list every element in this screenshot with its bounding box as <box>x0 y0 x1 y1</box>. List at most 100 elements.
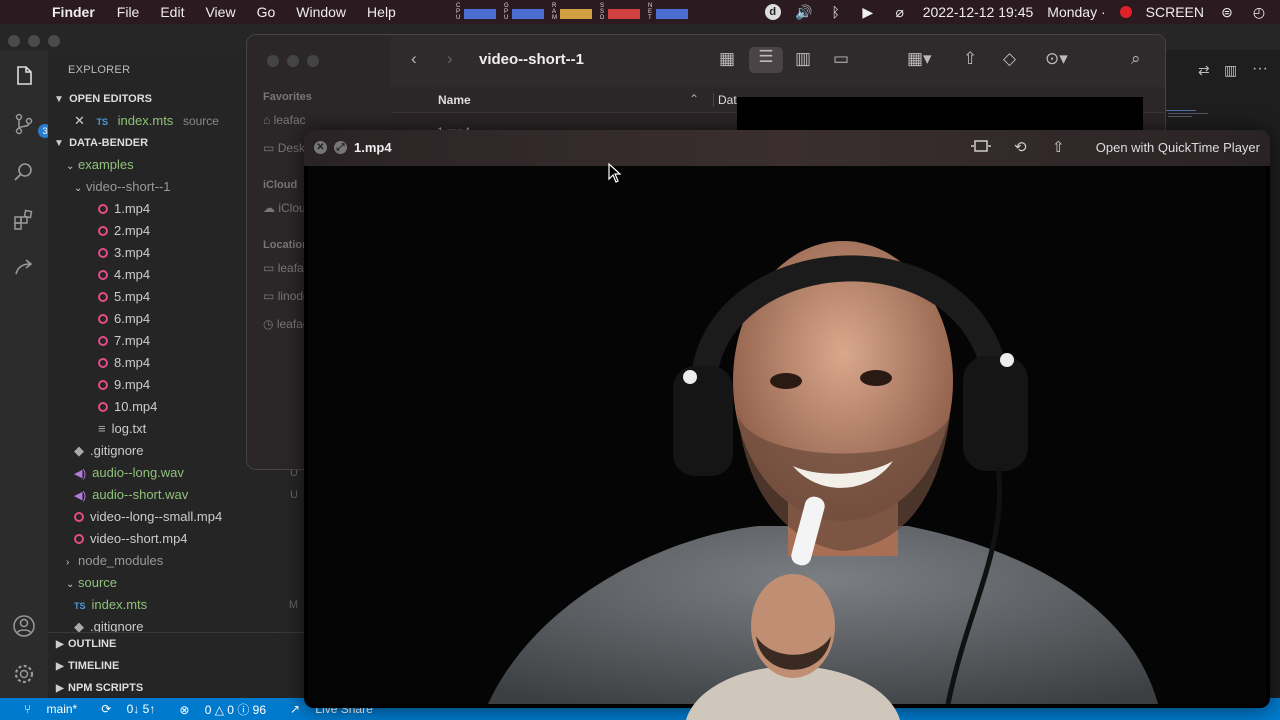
time-machine-icon[interactable]: ◴ <box>1250 4 1268 21</box>
project-label: DATA-BENDER <box>69 137 149 149</box>
group-icon[interactable]: ▦▾ <box>907 49 932 69</box>
open-changes-icon[interactable]: ⇄ <box>1198 62 1210 79</box>
tree-item-label: audio--short.wav <box>92 487 189 502</box>
outline-panel[interactable]: ▶ OUTLINE <box>48 633 304 655</box>
bluetooth-icon[interactable]: ᛒ <box>827 4 845 20</box>
video-file-icon <box>98 226 108 236</box>
play-icon[interactable]: ▶ <box>859 4 877 21</box>
npm-scripts-panel[interactable]: ▶ NPM SCRIPTS <box>48 677 304 699</box>
sidebar-item-location[interactable]: ▭ linode <box>263 289 310 303</box>
meter-graph <box>656 9 688 19</box>
source-control-icon[interactable]: 3 <box>12 112 52 138</box>
audio-file-icon: ◀) <box>74 490 87 502</box>
menu-help[interactable]: Help <box>367 4 396 20</box>
finder-close-button[interactable] <box>267 55 279 67</box>
column-date[interactable]: Dat <box>713 93 737 107</box>
tree-item[interactable]: › node_modules <box>48 550 304 572</box>
trim-icon[interactable] <box>970 138 992 158</box>
tree-item-label: video--long--small.mp4 <box>90 509 223 524</box>
menu-go[interactable]: Go <box>257 4 276 20</box>
sidebar-item-home[interactable]: ⌂ leafac <box>263 113 306 127</box>
menu-finder[interactable]: Finder <box>52 4 95 20</box>
fullscreen-icon[interactable]: ⤢ <box>334 141 347 154</box>
desktop-icon: ▭ <box>263 141 275 155</box>
timeline-panel[interactable]: ▶ TIMELINE <box>48 655 304 677</box>
icloud-heading: iCloud <box>263 179 298 191</box>
finder-minimize-button[interactable] <box>287 55 299 67</box>
settings-gear-icon[interactable] <box>12 662 36 686</box>
extensions-icon[interactable] <box>12 208 36 232</box>
meter-cpu[interactable]: CPU <box>456 3 496 21</box>
clock-icon: ◷ <box>263 317 274 331</box>
settings-file-icon: ◆ <box>74 443 84 458</box>
menubar-tray: d 🔊 ᛒ ▶ ⌀ 2022-12-12 19:45 Monday · SCRE… <box>764 0 1268 24</box>
more-actions-icon[interactable]: ··· <box>1252 60 1268 78</box>
sidebar-item-location[interactable]: ▭ leafac <box>263 261 310 275</box>
tree-item[interactable]: TS index.mts M <box>48 594 304 616</box>
sidebar-item-location[interactable]: ◷ leafac <box>263 317 309 331</box>
minimap[interactable] <box>1166 108 1216 120</box>
gallery-view-icon[interactable]: ▭ <box>833 49 849 69</box>
macos-menubar: Finder File Edit View Go Window Help CPU… <box>0 0 1280 24</box>
headphone-dot-right <box>1000 353 1014 367</box>
tree-item[interactable]: video--long--small.mp4 <box>48 506 304 528</box>
menu-window[interactable]: Window <box>296 4 346 20</box>
record-icon[interactable] <box>1119 6 1132 18</box>
meter-net[interactable]: NET <box>648 3 688 21</box>
tree-item[interactable]: ⌄ source <box>48 572 304 594</box>
chevron-down-icon: ⌄ <box>66 161 75 172</box>
screen-label[interactable]: SCREEN <box>1146 4 1204 20</box>
problems-counts: 0 △ 0 ⓘ 96 <box>204 702 266 717</box>
tree-item[interactable]: ◀) audio--short.wav U <box>48 484 304 506</box>
branch-status[interactable]: ⑂ main* <box>12 702 77 716</box>
headphone-cup-right <box>963 356 1028 471</box>
explorer-title: EXPLORER <box>68 64 131 76</box>
split-editor-icon[interactable]: ▥ <box>1224 62 1237 79</box>
open-with-quicktime-button[interactable]: Open with QuickTime Player <box>1096 140 1260 155</box>
search-icon[interactable] <box>12 160 36 184</box>
accounts-icon[interactable] <box>12 614 36 638</box>
window-minimize-button[interactable] <box>28 35 40 47</box>
column-name[interactable]: Name <box>438 93 471 107</box>
tag-icon[interactable]: ◇ <box>1003 49 1016 69</box>
quicklook-titlebar: ✕ ⤢ 1.mp4 ⟲ ⇧ Open with QuickTime Player <box>304 130 1270 166</box>
menu-edit[interactable]: Edit <box>160 4 184 20</box>
git-branch-icon: ⑂ <box>24 702 32 716</box>
tree-item-label: 5.mp4 <box>114 289 151 304</box>
forward-chevron-icon[interactable]: › <box>447 49 453 69</box>
close-icon[interactable]: ✕ <box>314 141 327 154</box>
finder-zoom-button[interactable] <box>307 55 319 67</box>
share-icon[interactable]: ⇧ <box>963 49 977 69</box>
column-view-icon[interactable]: ▥ <box>795 49 811 69</box>
more-icon[interactable]: ⊙▾ <box>1045 49 1068 69</box>
app-avatar-icon[interactable]: d <box>764 4 781 20</box>
meter-gpu[interactable]: GPU <box>504 3 544 21</box>
meter-ram[interactable]: RAM <box>552 3 592 21</box>
menu-file[interactable]: File <box>117 4 140 20</box>
list-view-icon[interactable]: ☰ <box>749 47 783 73</box>
control-center-icon[interactable]: ⊜ <box>1218 4 1236 21</box>
back-chevron-icon[interactable]: ‹ <box>411 49 417 69</box>
close-icon[interactable]: ✕ <box>74 113 85 128</box>
window-zoom-button[interactable] <box>48 35 60 47</box>
wifi-off-icon[interactable]: ⌀ <box>891 4 909 21</box>
sync-status[interactable]: ⟳ 0↓ 5↑ <box>89 702 155 716</box>
search-icon[interactable]: ⌕ <box>1131 49 1141 69</box>
problems-status[interactable]: ⊗ 0 △ 0 ⓘ 96 <box>167 701 266 718</box>
volume-icon[interactable]: 🔊 <box>795 4 813 21</box>
finder-toolbar: ‹ › video--short--1 ▦ ☰ ▥ ▭ ▦▾ ⇧ ◇ ⊙▾ ⌕ <box>391 35 1165 87</box>
explorer-icon[interactable] <box>12 64 36 88</box>
menubar-clock[interactable]: 2022-12-12 19:45 <box>923 4 1034 20</box>
video-file-icon <box>98 336 108 346</box>
icon-view-icon[interactable]: ▦ <box>719 49 735 69</box>
meter-ssd[interactable]: SSD <box>600 3 640 21</box>
live-share-icon[interactable] <box>12 256 36 280</box>
system-meters[interactable]: CPU GPU RAM SSD NET <box>456 3 688 21</box>
window-close-button[interactable] <box>8 35 20 47</box>
share-icon[interactable]: ⇧ <box>1052 138 1065 156</box>
activity-bar: 3 <box>0 50 52 698</box>
tree-item[interactable]: video--short.mp4 <box>48 528 304 550</box>
rotate-icon[interactable]: ⟲ <box>1014 138 1027 156</box>
menu-view[interactable]: View <box>205 4 235 20</box>
chevron-right-icon: ▶ <box>56 661 64 672</box>
